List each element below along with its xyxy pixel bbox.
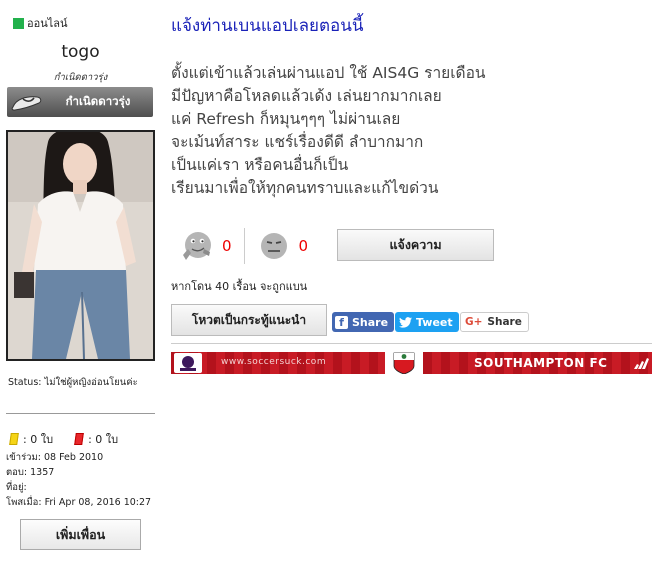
report-button[interactable]: แจ้งความ bbox=[337, 229, 494, 261]
dislike-count: 0 bbox=[298, 237, 309, 255]
rank-badge-label: กำเนิดดาวรุ่ง bbox=[65, 94, 131, 108]
facebook-icon: f bbox=[335, 315, 348, 329]
divider bbox=[171, 343, 652, 344]
rank-text: กำเนิดดาวรุ่ง bbox=[53, 72, 108, 83]
dislike-face-icon[interactable] bbox=[257, 229, 291, 263]
yellow-card-count: : 0 ใบ bbox=[23, 433, 54, 446]
post-title: แจ้งท่านเบนแอปเลยตอนนี้ bbox=[171, 16, 364, 36]
like-face-icon[interactable] bbox=[180, 229, 214, 263]
google-plus-icon: G+ bbox=[465, 316, 483, 328]
reply-count: ตอบ: 1357 bbox=[6, 467, 55, 478]
facebook-share-label: Share bbox=[352, 315, 389, 329]
card-counts: : 0 ใบ : 0 ใบ bbox=[9, 430, 119, 448]
post-line: เรียนมาเพื่อให้ทุกคนทราบและแก้ไขด่วน bbox=[171, 179, 439, 197]
vote-bar: 0 0 bbox=[180, 228, 308, 264]
facebook-share-button[interactable]: f Share bbox=[332, 312, 395, 332]
online-label: ออนไลน์ bbox=[27, 17, 68, 30]
adidas-logo-icon bbox=[632, 355, 650, 371]
post-line: มีปัญหาคือโหลดแล้วเด้ง เล่นยากมากเลย bbox=[171, 87, 442, 105]
avatar[interactable] bbox=[6, 130, 155, 361]
red-card-count: : 0 ใบ bbox=[88, 433, 119, 446]
last-post: โพสเมื่อ: Fri Apr 08, 2016 10:27 bbox=[6, 497, 152, 508]
tweet-button[interactable]: Tweet bbox=[395, 312, 459, 332]
premier-league-logo bbox=[174, 353, 202, 373]
google-plus-share-button[interactable]: G+ Share bbox=[460, 312, 529, 332]
ban-note: หากโดน 40 เรื้อน จะถูกแบน bbox=[171, 280, 308, 293]
post-line: เป็นแค่เรา หรือคนอื่นก็เป็น bbox=[171, 156, 349, 174]
username[interactable]: togo bbox=[6, 42, 155, 62]
twitter-bird-icon bbox=[399, 316, 412, 328]
online-status-icon bbox=[13, 17, 24, 29]
slipper-icon bbox=[7, 87, 47, 117]
divider bbox=[6, 413, 155, 414]
add-friend-button[interactable]: เพิ่มเพื่อน bbox=[20, 519, 141, 550]
banner-team-text: SOUTHAMPTON FC bbox=[474, 356, 608, 370]
post-line: ตั้งแต่เข้าแล้วเล่นผ่านแอป ใช้ AIS4G ราย… bbox=[171, 64, 486, 82]
vote-divider bbox=[243, 228, 245, 264]
yellow-card-icon bbox=[9, 433, 19, 445]
banner-site-text: www.soccersuck.com bbox=[221, 357, 327, 367]
google-plus-share-label: Share bbox=[487, 316, 522, 328]
post-line: จะเม้นท์สาระ แชร์เรื่องดีดี ลำบากมาก bbox=[171, 133, 424, 151]
recommend-vote-button[interactable]: โหวตเป็นกระทู้แนะนำ bbox=[171, 304, 327, 336]
red-card-icon bbox=[74, 433, 84, 445]
rank-badge: กำเนิดดาวรุ่ง bbox=[7, 87, 153, 117]
like-count: 0 bbox=[222, 237, 232, 255]
ad-banner[interactable]: www.soccersuck.com SOUTHAMPTON FC bbox=[171, 352, 652, 374]
tweet-label: Tweet bbox=[416, 315, 453, 329]
post-line: แค่ Refresh ก็หมุนๆๆๆ ไม่ผ่านเลย bbox=[171, 110, 401, 128]
post-body: ตั้งแต่เข้าแล้วเล่นผ่านแอป ใช้ AIS4G ราย… bbox=[171, 62, 641, 200]
user-status: Status: ไม่ใช่ผู้หญิงอ่อนโยนค่ะ bbox=[8, 377, 138, 388]
joined-date: เข้าร่วม: 08 Feb 2010 bbox=[6, 452, 104, 463]
southampton-crest-icon bbox=[385, 352, 423, 374]
location: ที่อยู่: bbox=[6, 482, 27, 493]
online-indicator: ออนไลน์ bbox=[13, 14, 68, 32]
user-info: เข้าร่วม: 08 Feb 2010 ตอบ: 1357 ที่อยู่:… bbox=[6, 450, 151, 510]
